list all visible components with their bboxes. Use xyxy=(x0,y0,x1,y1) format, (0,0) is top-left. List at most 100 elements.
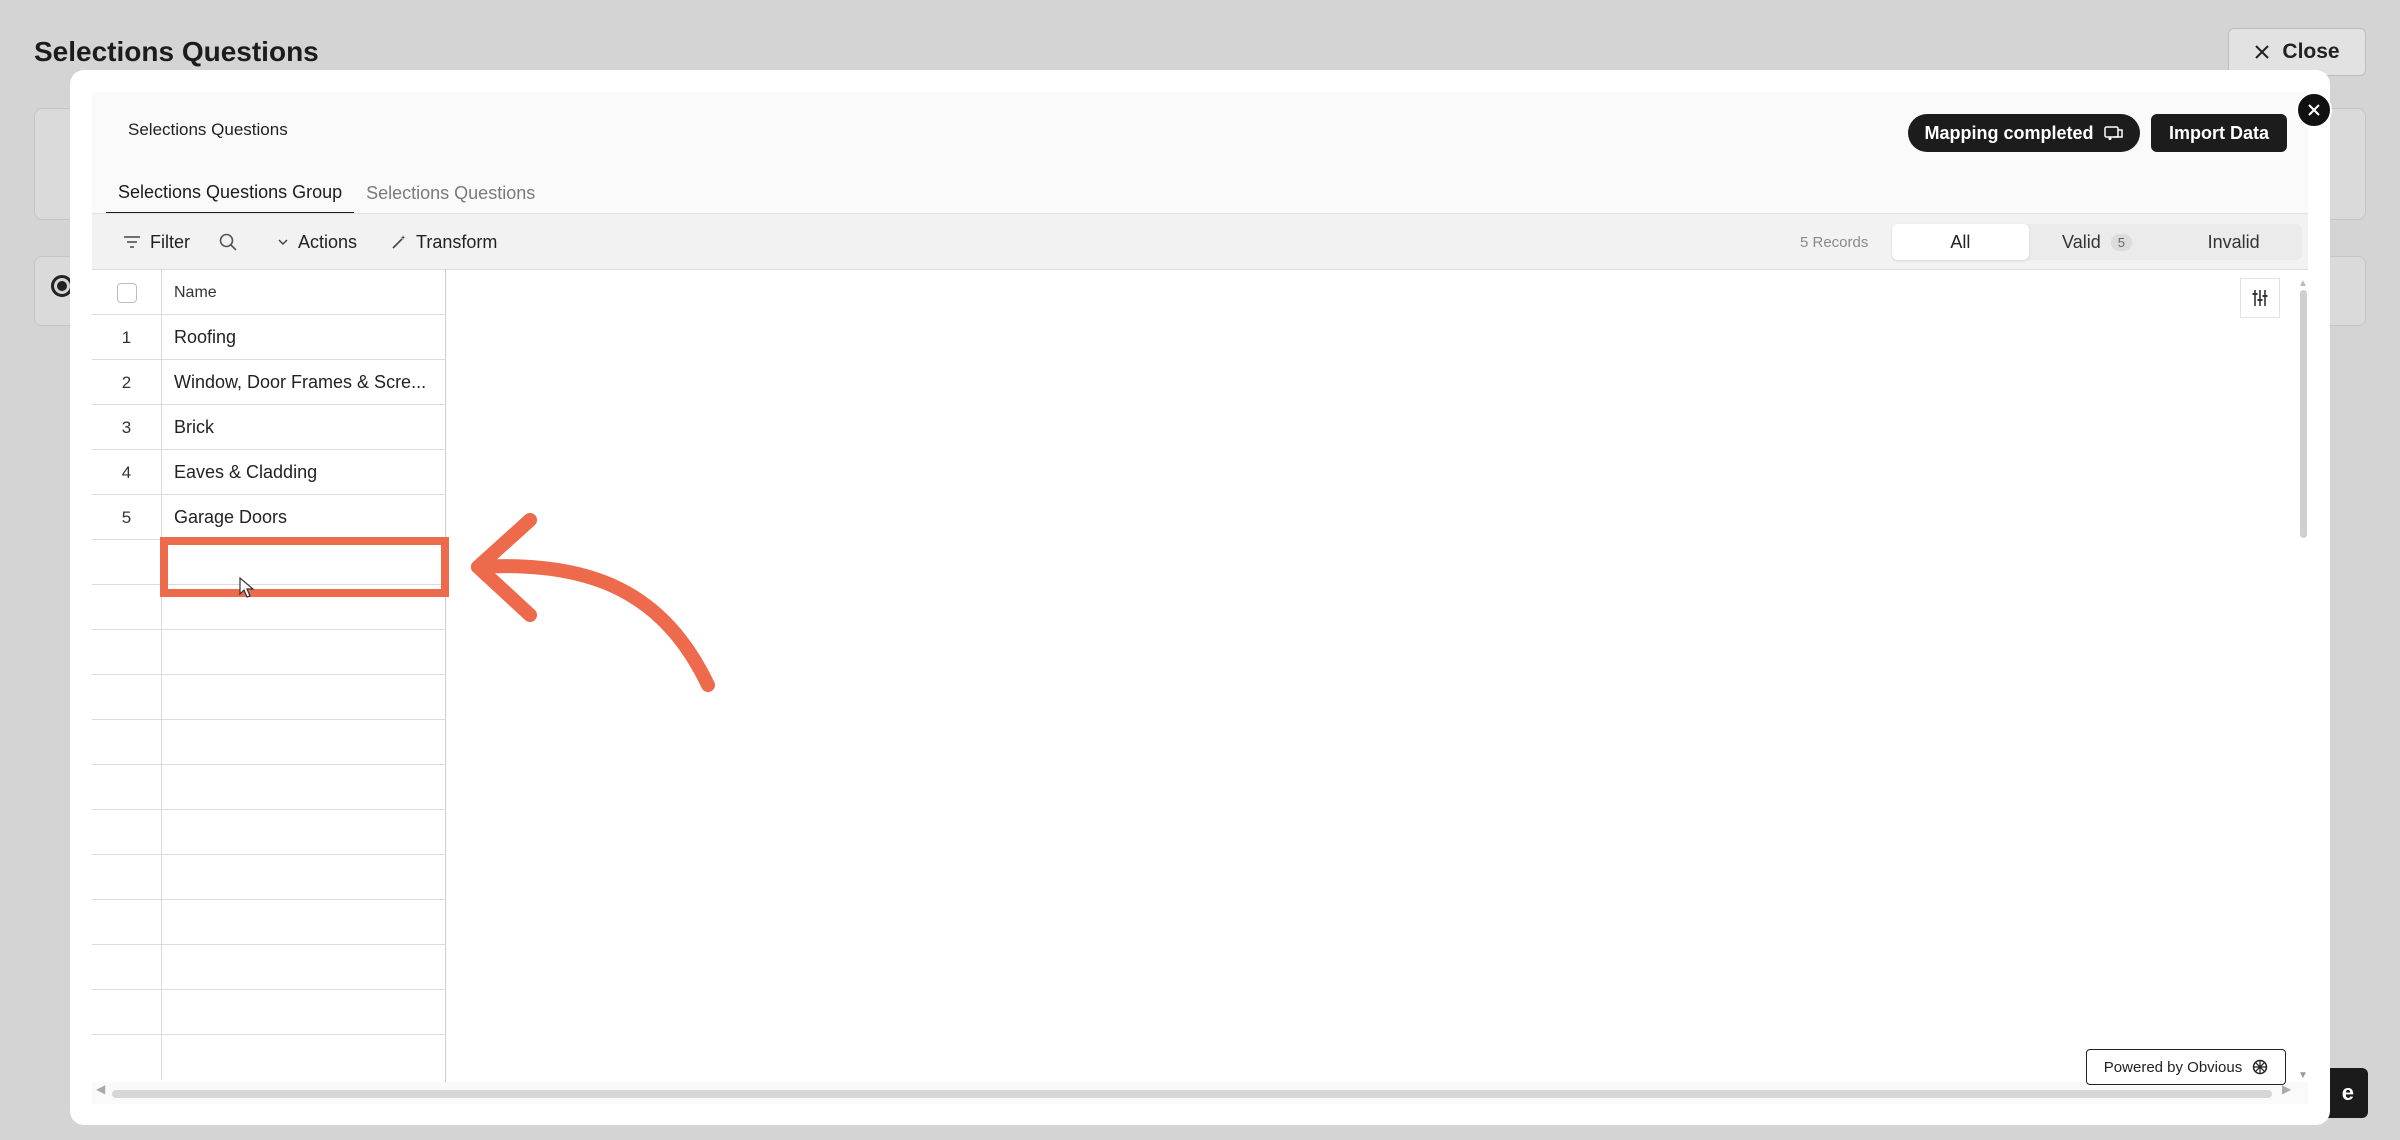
row-number xyxy=(92,765,162,810)
importer-frame: Selections Questions Mapping completed I… xyxy=(92,92,2308,1104)
segment-valid[interactable]: Valid 5 xyxy=(2029,224,2166,260)
grid-header-row: Name xyxy=(92,270,446,315)
table-row: 2 Window, Door Frames & Scre... xyxy=(92,360,446,405)
segment-valid-label: Valid xyxy=(2062,231,2101,252)
validity-filter: All Valid 5 Invalid xyxy=(1892,224,2302,260)
empty-name-cell[interactable] xyxy=(162,1035,446,1080)
filter-label: Filter xyxy=(150,231,190,252)
row-number xyxy=(92,1035,162,1080)
search-button[interactable] xyxy=(218,214,238,270)
filter-button[interactable]: Filter xyxy=(122,214,190,270)
records-count: 5 Records xyxy=(1800,233,1869,251)
select-all-checkbox[interactable] xyxy=(116,282,137,303)
name-cell[interactable]: Roofing xyxy=(162,315,446,360)
row-number xyxy=(92,855,162,900)
empty-row xyxy=(92,765,446,810)
scroll-down-arrow[interactable]: ▼ xyxy=(2298,1070,2308,1081)
modal-title: Selections Questions xyxy=(128,120,288,139)
sheet-tabs: Selections Questions Group Selections Qu… xyxy=(106,172,547,214)
row-number xyxy=(92,675,162,720)
empty-name-cell[interactable] xyxy=(162,810,446,855)
empty-row xyxy=(92,675,446,720)
tab-selections-questions[interactable]: Selections Questions xyxy=(354,172,547,214)
import-data-label: Import Data xyxy=(2168,122,2269,143)
vertical-scrollbar[interactable] xyxy=(2300,290,2307,538)
row-number xyxy=(92,720,162,765)
row-number: 3 xyxy=(92,405,162,450)
powered-by-label: Powered by Obvious xyxy=(2103,1058,2243,1076)
row-number: 1 xyxy=(92,315,162,360)
powered-by-badge[interactable]: Powered by Obvious xyxy=(2086,1049,2286,1085)
segment-invalid[interactable]: Invalid xyxy=(2165,224,2302,260)
table-row: 3 Brick xyxy=(92,405,446,450)
transform-button[interactable]: Transform xyxy=(390,214,497,270)
scroll-left-arrow[interactable]: ◀ xyxy=(96,1082,105,1096)
page-close-button[interactable]: Close xyxy=(2228,28,2366,76)
toolbar: Filter Actions Transform 5 Records All V… xyxy=(92,214,2308,270)
select-all-cell xyxy=(92,270,162,315)
row-number xyxy=(92,945,162,990)
highlight-box xyxy=(160,537,449,597)
mapping-completed-button[interactable]: Mapping completed xyxy=(1908,114,2140,152)
transform-label: Transform xyxy=(416,231,498,252)
segment-all-label: All xyxy=(1950,231,1971,252)
name-cell[interactable]: Eaves & Cladding xyxy=(162,450,446,495)
valid-count-badge: 5 xyxy=(2110,233,2132,251)
mapping-completed-label: Mapping completed xyxy=(1924,122,2094,143)
empty-name-cell[interactable] xyxy=(162,990,446,1035)
data-grid: Name 1 Roofing 2 Window, Door Frames & S… xyxy=(92,270,446,1082)
mapping-icon xyxy=(2103,126,2123,140)
empty-name-cell[interactable] xyxy=(162,855,446,900)
empty-row xyxy=(92,810,446,855)
actions-label: Actions xyxy=(298,231,358,252)
actions-button[interactable]: Actions xyxy=(276,214,357,270)
filter-icon xyxy=(124,236,140,248)
search-icon xyxy=(219,233,237,251)
horizontal-scrollbar[interactable] xyxy=(112,1090,2272,1098)
row-number xyxy=(92,630,162,675)
empty-row xyxy=(92,1035,446,1080)
close-icon xyxy=(2308,104,2320,116)
modal-close-button[interactable] xyxy=(2296,92,2332,128)
name-cell[interactable]: Garage Doors xyxy=(162,495,446,540)
column-settings-button[interactable] xyxy=(2240,278,2280,318)
name-cell[interactable]: Window, Door Frames & Scre... xyxy=(162,360,446,405)
row-number: 2 xyxy=(92,360,162,405)
empty-name-cell[interactable] xyxy=(162,900,446,945)
segment-invalid-label: Invalid xyxy=(2207,231,2260,252)
tab-selections-questions-group[interactable]: Selections Questions Group xyxy=(106,172,355,214)
row-number xyxy=(92,900,162,945)
row-number xyxy=(92,810,162,855)
sliders-icon xyxy=(2252,290,2268,306)
column-header-name[interactable]: Name xyxy=(162,270,446,315)
mouse-cursor-icon xyxy=(239,576,255,598)
obvious-logo-icon xyxy=(2252,1059,2268,1075)
table-row: 5 Garage Doors xyxy=(92,495,446,540)
page-title: Selections Questions xyxy=(34,36,319,67)
row-number: 4 xyxy=(92,450,162,495)
import-data-button[interactable]: Import Data xyxy=(2151,114,2287,152)
empty-name-cell[interactable] xyxy=(162,720,446,765)
row-number: 5 xyxy=(92,495,162,540)
segment-all[interactable]: All xyxy=(1892,224,2029,260)
empty-name-cell[interactable] xyxy=(162,945,446,990)
close-icon xyxy=(2255,45,2270,59)
row-number xyxy=(92,540,162,585)
empty-row xyxy=(92,945,446,990)
scroll-up-arrow[interactable]: ▲ xyxy=(2298,278,2308,289)
name-cell[interactable]: Brick xyxy=(162,405,446,450)
empty-name-cell[interactable] xyxy=(162,630,446,675)
empty-row xyxy=(92,720,446,765)
empty-row xyxy=(92,630,446,675)
table-row: 1 Roofing xyxy=(92,315,446,360)
magic-wand-icon xyxy=(392,235,406,249)
background-action-label: e xyxy=(2341,1080,2354,1105)
import-modal: Selections Questions Mapping completed I… xyxy=(70,70,2332,1125)
chevron-down-icon xyxy=(278,239,288,246)
empty-name-cell[interactable] xyxy=(162,765,446,810)
empty-row xyxy=(92,900,446,945)
empty-name-cell[interactable] xyxy=(162,675,446,720)
empty-row xyxy=(92,855,446,900)
table-row: 4 Eaves & Cladding xyxy=(92,450,446,495)
annotation-arrow-icon xyxy=(471,513,715,692)
